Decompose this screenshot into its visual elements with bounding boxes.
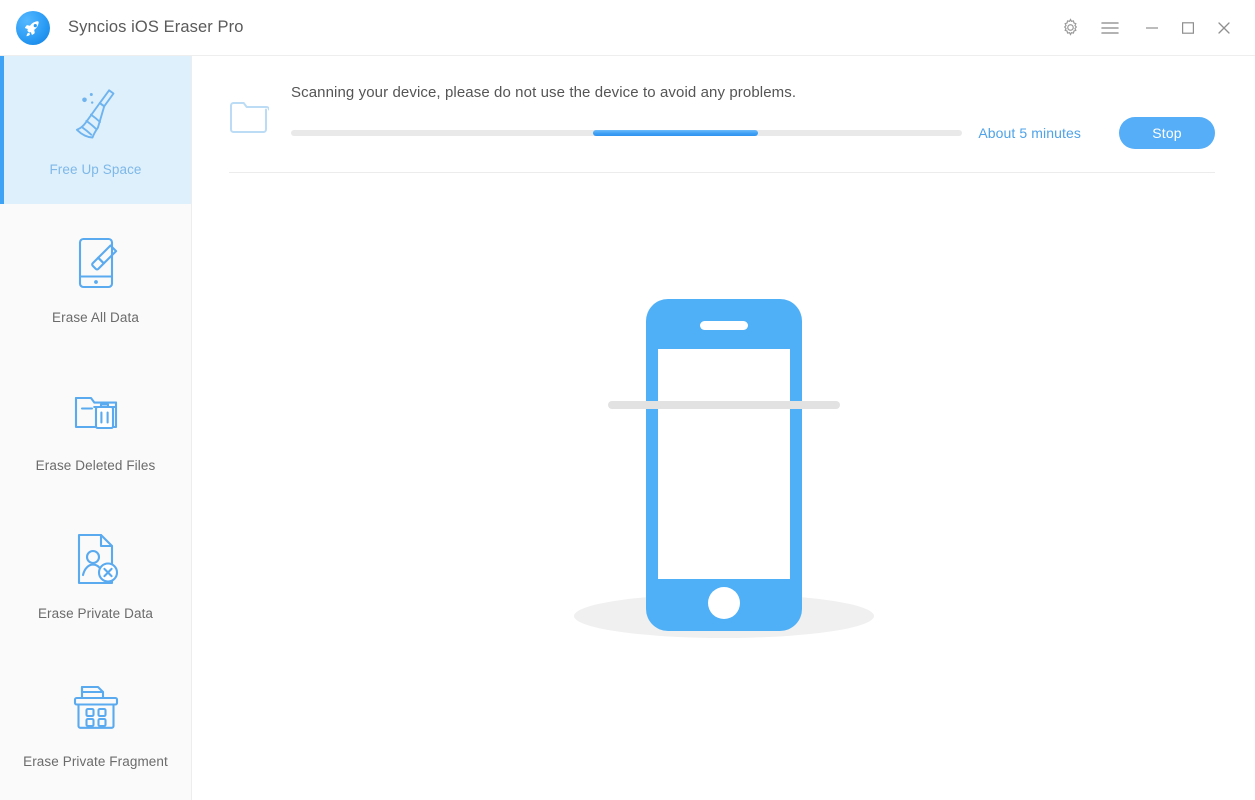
illustration-stage	[192, 173, 1255, 800]
folder-icon	[229, 100, 269, 134]
menu-button[interactable]	[1093, 11, 1127, 45]
document-user-x-icon	[69, 528, 123, 590]
device-screen	[657, 349, 790, 579]
fragment-box-icon	[68, 676, 124, 738]
scan-progress-bar	[291, 130, 963, 136]
sidebar-item-free-up-space[interactable]: Free Up Space	[0, 56, 191, 204]
scan-status-panel: Scanning your device, please do not use …	[192, 56, 1255, 149]
sidebar-item-erase-all-data[interactable]: Erase All Data	[0, 204, 191, 352]
close-button[interactable]	[1207, 11, 1241, 45]
sidebar-item-label: Erase Deleted Files	[35, 457, 156, 473]
phone-eraser-icon	[69, 232, 123, 294]
scan-progress-row: About 5 minutes Stop	[291, 117, 1215, 149]
settings-button[interactable]	[1053, 11, 1087, 45]
sidebar-item-label: Free Up Space	[49, 161, 142, 177]
window-body: Free Up Space Erase All Data Erase Delet…	[0, 55, 1255, 800]
app-title: Syncios iOS Eraser Pro	[68, 18, 244, 36]
scan-progress-fill	[593, 130, 758, 136]
main-content: Scanning your device, please do not use …	[192, 56, 1255, 800]
maximize-button[interactable]	[1171, 11, 1205, 45]
sidebar-item-erase-deleted-files[interactable]: Erase Deleted Files	[0, 352, 191, 500]
device-home-button	[707, 587, 740, 619]
sidebar: Free Up Space Erase All Data Erase Delet…	[0, 56, 192, 800]
sidebar-item-erase-private-data[interactable]: Erase Private Data	[0, 500, 191, 648]
window-controls	[1053, 11, 1241, 45]
sidebar-item-label: Erase All Data	[52, 309, 139, 325]
title-bar: Syncios iOS Eraser Pro	[0, 0, 1255, 55]
application-window: Syncios iOS Eraser Pro Free Up Space Era…	[0, 0, 1255, 800]
iphone-scanning-illustration	[559, 291, 889, 651]
device-speaker	[699, 321, 748, 330]
stop-button[interactable]: Stop	[1119, 117, 1215, 149]
minimize-button[interactable]	[1135, 11, 1169, 45]
syncios-rocket-logo-icon	[16, 10, 50, 45]
scan-eta-label: About 5 minutes	[978, 125, 1081, 141]
sidebar-item-erase-private-fragment[interactable]: Erase Private Fragment	[0, 648, 191, 796]
scan-message: Scanning your device, please do not use …	[291, 84, 797, 101]
scan-line	[607, 401, 840, 409]
folder-trash-icon	[68, 380, 124, 442]
illustration-wrap	[192, 291, 1255, 651]
sidebar-item-label: Erase Private Data	[37, 605, 154, 621]
broom-icon	[66, 84, 126, 146]
scan-body: Scanning your device, please do not use …	[291, 82, 1215, 149]
sidebar-item-label: Erase Private Fragment	[23, 753, 168, 769]
